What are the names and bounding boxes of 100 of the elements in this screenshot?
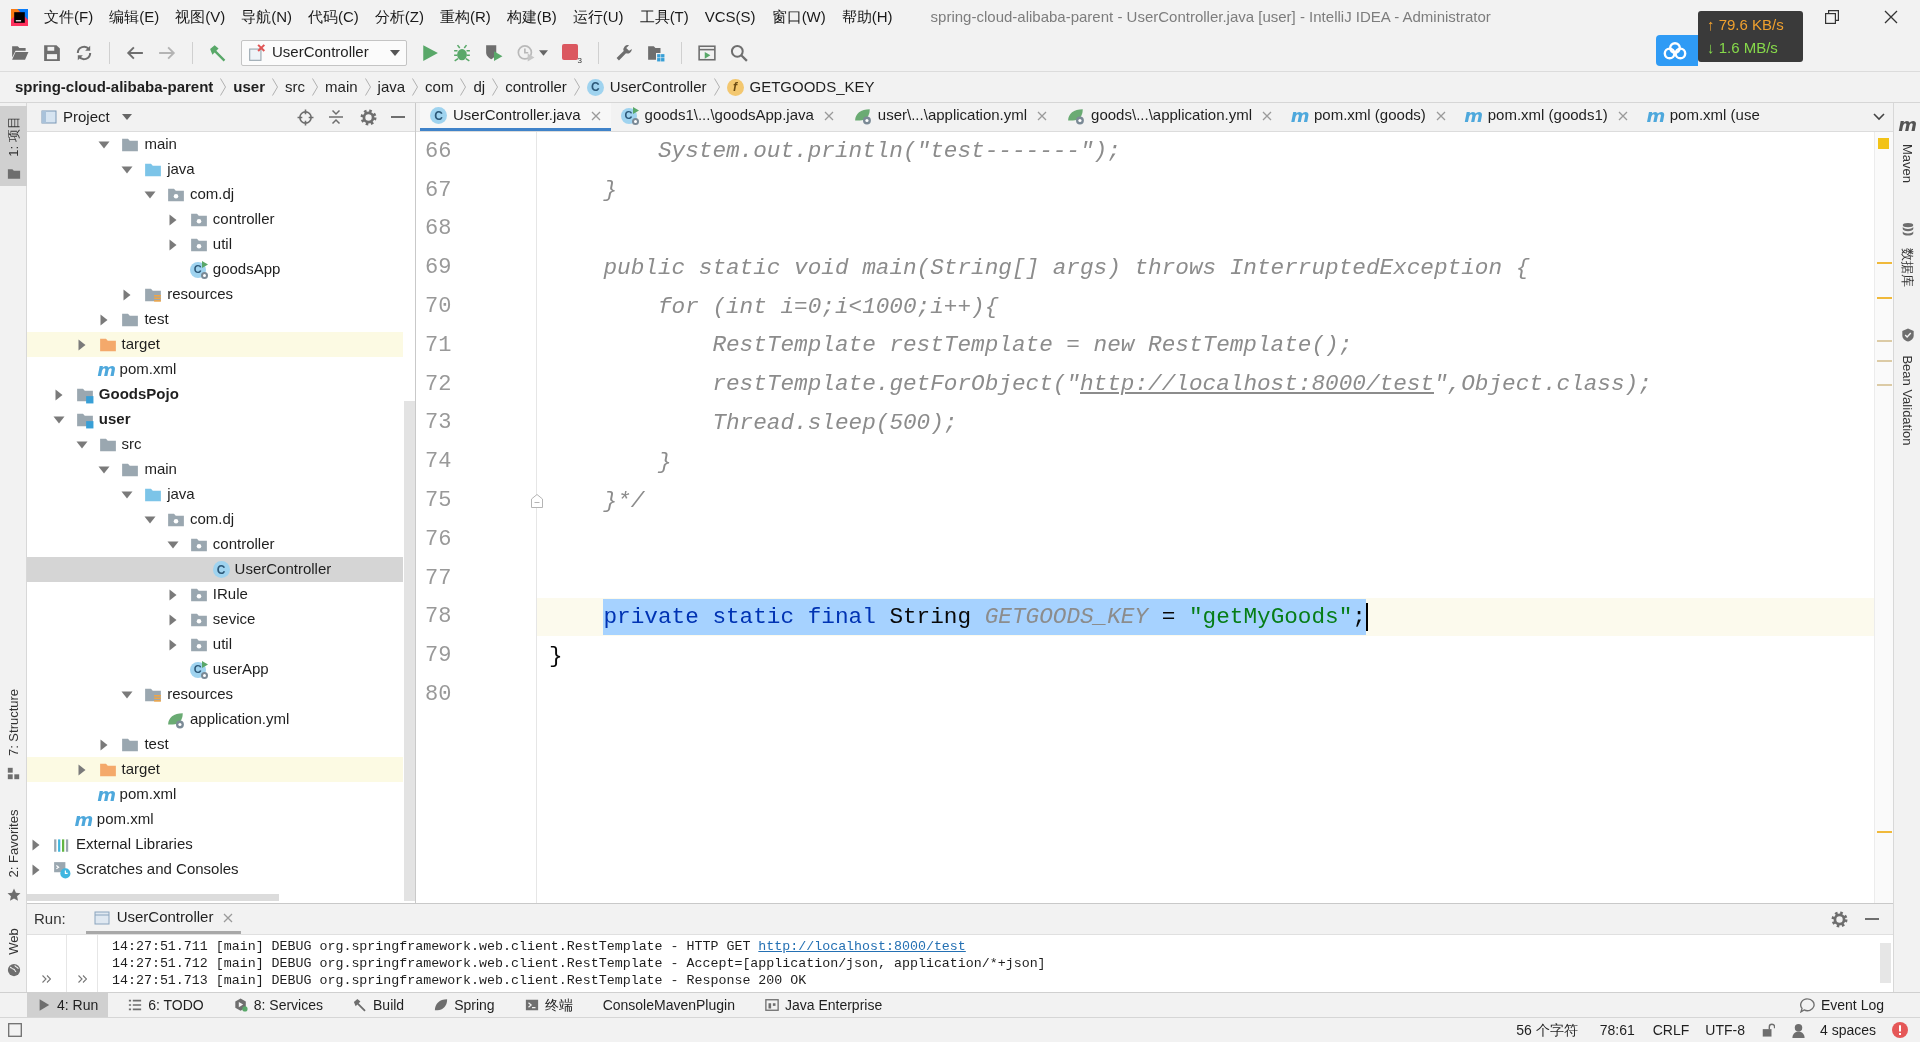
refresh-icon[interactable] [75, 43, 93, 62]
menu-item[interactable]: 文件(F) [36, 5, 102, 29]
tree-item[interactable]: GoodsPojo [27, 382, 403, 407]
caret-right-icon[interactable] [30, 863, 42, 876]
tree-item[interactable]: C UserController [27, 557, 403, 582]
console-link[interactable]: http://localhost:8000/test [758, 939, 966, 954]
tree-item[interactable]: IRule [27, 582, 403, 607]
open-folder-icon[interactable] [11, 43, 29, 62]
editor-tab[interactable]: m pom.xml (goods1) [1455, 103, 1638, 131]
tree-item[interactable]: java [27, 157, 403, 182]
gear-icon[interactable] [360, 108, 377, 126]
breadcrumb-item[interactable]: spring-cloud-alibaba-parent [15, 75, 214, 99]
scrollbar-thumb[interactable] [404, 401, 415, 901]
fold-marker-icon[interactable] [531, 493, 543, 508]
menu-item[interactable]: 视图(V) [167, 5, 234, 29]
tree-item[interactable]: src [27, 432, 403, 457]
caret-right-icon[interactable] [166, 588, 179, 601]
tool-window-button[interactable]: 6: TODO [118, 993, 214, 1017]
editor-tab[interactable]: C UserController.java [420, 103, 611, 131]
gear-icon[interactable] [1831, 910, 1848, 928]
caret-down-icon[interactable] [539, 49, 548, 56]
caret-right-icon[interactable] [75, 338, 88, 351]
caret-right-icon[interactable] [75, 763, 88, 776]
editor-tab[interactable]: user\...\application.yml [843, 103, 1058, 131]
restore-icon[interactable] [1825, 10, 1839, 24]
file-encoding[interactable]: UTF-8 [1705, 1019, 1745, 1041]
tree-item[interactable]: m pom.xml [27, 807, 403, 832]
tree-item[interactable]: user [27, 407, 403, 432]
menu-item[interactable]: 运行(U) [564, 5, 632, 29]
folder-grid-icon[interactable] [647, 43, 665, 62]
chevron-down-icon[interactable] [1873, 113, 1885, 121]
menu-item[interactable]: VCS(S) [696, 5, 764, 29]
tree-item[interactable]: resources [27, 282, 403, 307]
tool-window-button[interactable]: 4: Run [27, 993, 109, 1017]
padlock-icon[interactable] [1760, 1023, 1775, 1037]
shield-run-icon[interactable] [485, 43, 503, 62]
tool-window-button[interactable]: ConsoleMavenPlugin [592, 993, 745, 1017]
caret-right-icon[interactable] [30, 838, 42, 851]
breadcrumb-item[interactable]: dj [473, 75, 486, 99]
breadcrumb-item[interactable]: user [233, 75, 266, 99]
tool-window-button[interactable]: Build [343, 993, 415, 1017]
tree-item[interactable]: util [27, 232, 403, 257]
tree-item[interactable]: com.dj [27, 507, 403, 532]
tool-window-button[interactable]: 8: Services [223, 993, 333, 1017]
hammer-icon[interactable] [209, 43, 227, 62]
tool-window-button[interactable]: 2: Favorites [0, 799, 27, 907]
tree-item[interactable]: target [27, 332, 403, 357]
exclamation-circle-icon[interactable] [1892, 1022, 1908, 1038]
double-chevron-icon[interactable] [42, 975, 51, 983]
menu-item[interactable]: 编辑(E) [101, 5, 168, 29]
menu-item[interactable]: 分析(Z) [366, 5, 432, 29]
menu-item[interactable]: 导航(N) [233, 5, 300, 29]
breadcrumb-item[interactable]: controller [505, 75, 567, 99]
menu-item[interactable]: 帮助(H) [833, 5, 901, 29]
tree-item[interactable]: test [27, 307, 403, 332]
caret-right-icon[interactable] [166, 613, 179, 626]
crosshair-icon[interactable] [297, 108, 314, 126]
tree-item[interactable]: main [27, 132, 403, 157]
breadcrumb-item[interactable]: C UserController [586, 75, 707, 99]
menu-item[interactable]: 窗口(W) [763, 5, 834, 29]
editor-tab[interactable]: m pom.xml (goods) [1282, 103, 1456, 131]
breadcrumb-item[interactable]: java [377, 75, 406, 99]
tool-window-button[interactable]: 数据库 [1894, 217, 1920, 297]
caret-right-icon[interactable] [166, 238, 179, 251]
breadcrumb-item[interactable]: f GETGOODS_KEY [726, 75, 875, 99]
project-view-dropdown[interactable]: Project [41, 105, 132, 129]
tree-item[interactable]: main [27, 457, 403, 482]
menu-item[interactable]: 代码(C) [300, 5, 367, 29]
tree-item[interactable]: test [27, 732, 403, 757]
breadcrumb-item[interactable]: main [325, 75, 358, 99]
cloud-drive-button[interactable] [1656, 35, 1698, 66]
search-icon[interactable] [730, 43, 748, 62]
caret-right-icon[interactable] [166, 638, 179, 651]
tree-item[interactable]: com.dj [27, 182, 403, 207]
tool-window-button[interactable]: 终端 [514, 993, 583, 1017]
indent-setting[interactable]: 4 spaces [1819, 1019, 1876, 1041]
collapse-all-icon[interactable] [328, 109, 344, 125]
tree-item[interactable]: Scratches and Consoles [27, 857, 403, 882]
save-icon[interactable] [43, 43, 61, 62]
tree-item[interactable]: java [27, 482, 403, 507]
tool-window-button[interactable]: Java Enterprise [754, 993, 893, 1017]
breadcrumb-item[interactable]: src [285, 75, 306, 99]
tool-window-button[interactable]: Event Log [1799, 993, 1884, 1017]
tree-item[interactable]: m pom.xml [27, 357, 403, 382]
tool-window-button[interactable]: 7: Structure [0, 679, 27, 785]
breadcrumb-item[interactable]: com [425, 75, 454, 99]
menu-item[interactable]: 构建(B) [498, 5, 565, 29]
tool-window-button[interactable]: m Maven [1894, 111, 1920, 191]
run-triangle-icon[interactable] [421, 43, 439, 62]
tree-item[interactable]: C userApp [27, 657, 403, 682]
tool-window-button[interactable]: 1: 项目 [0, 106, 27, 186]
tree-item[interactable]: target [27, 757, 403, 782]
menu-item[interactable]: 工具(T) [631, 5, 697, 29]
close-icon[interactable] [1884, 10, 1898, 24]
menu-item[interactable]: 重构(R) [431, 5, 499, 29]
tree-item[interactable]: controller [27, 532, 403, 557]
editor-tab[interactable]: C goods1\...\goodsApp.java [610, 103, 844, 131]
wrench-icon[interactable] [615, 43, 633, 62]
window-run-icon[interactable] [698, 43, 716, 62]
caret-right-icon[interactable] [52, 388, 65, 401]
